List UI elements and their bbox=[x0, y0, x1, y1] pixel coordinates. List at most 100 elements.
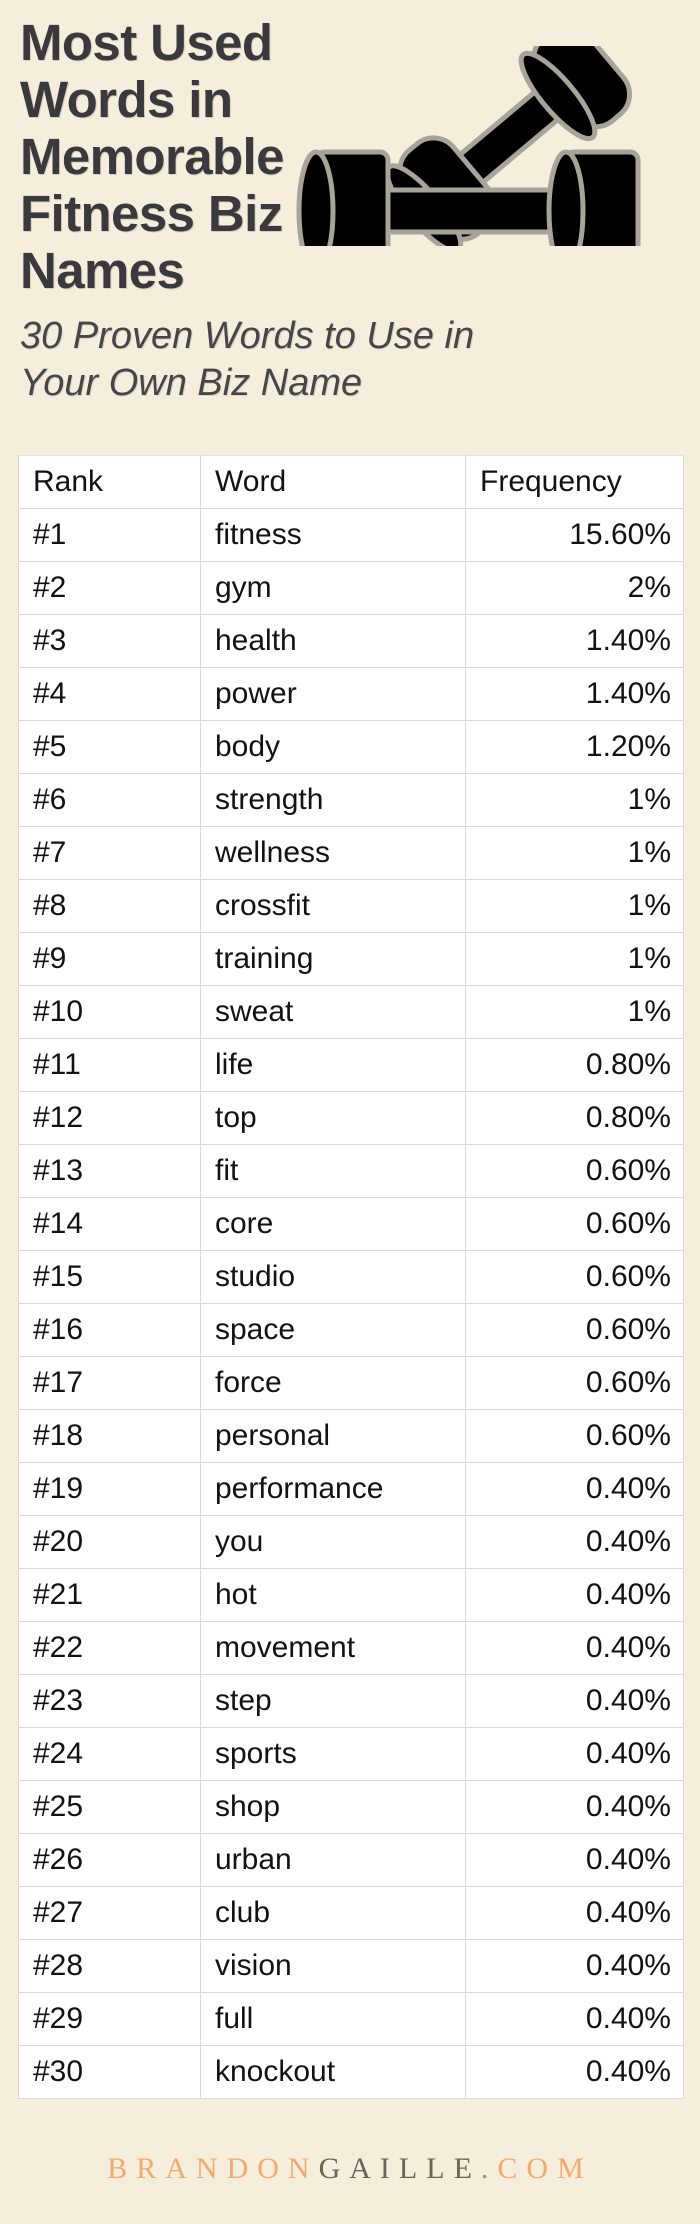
table-row: #2 gym 2% bbox=[18, 561, 684, 615]
cell-word: body bbox=[200, 720, 466, 774]
cell-word: vision bbox=[200, 1939, 466, 1993]
table-row: #23 step 0.40% bbox=[18, 1674, 684, 1728]
cell-rank: #28 bbox=[18, 1939, 201, 1993]
cell-rank: #20 bbox=[18, 1515, 201, 1569]
cell-word: you bbox=[200, 1515, 466, 1569]
table-row: #19 performance 0.40% bbox=[18, 1462, 684, 1516]
cell-word: strength bbox=[200, 773, 466, 827]
cell-rank: #22 bbox=[18, 1621, 201, 1675]
table-row: #29 full 0.40% bbox=[18, 1992, 684, 2046]
cell-frequency: 0.40% bbox=[465, 1780, 684, 1834]
cell-rank: #24 bbox=[18, 1727, 201, 1781]
cell-word: sports bbox=[200, 1727, 466, 1781]
cell-frequency: 1.40% bbox=[465, 614, 684, 668]
cell-frequency: 1.20% bbox=[465, 720, 684, 774]
table-row: #17 force 0.60% bbox=[18, 1356, 684, 1410]
table-row: #30 knockout 0.40% bbox=[18, 2045, 684, 2099]
cell-word: health bbox=[200, 614, 466, 668]
table-row: #27 club 0.40% bbox=[18, 1886, 684, 1940]
column-header-frequency: Frequency bbox=[465, 455, 684, 509]
brand-part-brandon: BRANDON bbox=[107, 2152, 319, 2185]
cell-rank: #14 bbox=[18, 1197, 201, 1251]
cell-rank: #5 bbox=[18, 720, 201, 774]
page-title: Most Used Words in Memorable Fitness Biz… bbox=[20, 14, 284, 299]
cell-frequency: 0.40% bbox=[465, 1674, 684, 1728]
table-row: #14 core 0.60% bbox=[18, 1197, 684, 1251]
table-row: #13 fit 0.60% bbox=[18, 1144, 684, 1198]
cell-rank: #27 bbox=[18, 1886, 201, 1940]
cell-word: space bbox=[200, 1303, 466, 1357]
cell-rank: #25 bbox=[18, 1780, 201, 1834]
table-row: #6 strength 1% bbox=[18, 773, 684, 827]
cell-rank: #12 bbox=[18, 1091, 201, 1145]
cell-rank: #6 bbox=[18, 773, 201, 827]
cell-rank: #7 bbox=[18, 826, 201, 880]
page-subtitle: 30 Proven Words to Use in Your Own Biz N… bbox=[20, 315, 475, 404]
table-body: #1 fitness 15.60% #2 gym 2% #3 health 1.40% #4 pow… bbox=[18, 508, 684, 2099]
table-row: #12 top 0.80% bbox=[18, 1091, 684, 1145]
cell-word: full bbox=[200, 1992, 466, 2046]
cell-word: personal bbox=[200, 1409, 466, 1463]
cell-frequency: 0.60% bbox=[465, 1197, 684, 1251]
cell-rank: #21 bbox=[18, 1568, 201, 1622]
cell-word: performance bbox=[200, 1462, 466, 1516]
cell-rank: #17 bbox=[18, 1356, 201, 1410]
cell-frequency: 2% bbox=[465, 561, 684, 615]
table-row: #4 power 1.40% bbox=[18, 667, 684, 721]
cell-word: step bbox=[200, 1674, 466, 1728]
cell-frequency: 1% bbox=[465, 773, 684, 827]
cell-word: training bbox=[200, 932, 466, 986]
cell-rank: #13 bbox=[18, 1144, 201, 1198]
infographic-page: Most Used Words in Memorable Fitness Biz… bbox=[0, 0, 700, 2224]
cell-frequency: 0.60% bbox=[465, 1303, 684, 1357]
cell-rank: #16 bbox=[18, 1303, 201, 1357]
cell-word: sweat bbox=[200, 985, 466, 1039]
table-row: #24 sports 0.40% bbox=[18, 1727, 684, 1781]
cell-frequency: 1% bbox=[465, 879, 684, 933]
table-row: #11 life 0.80% bbox=[18, 1038, 684, 1092]
cell-frequency: 0.40% bbox=[465, 1727, 684, 1781]
header-section: Most Used Words in Memorable Fitness Biz… bbox=[0, 0, 700, 440]
cell-frequency: 0.40% bbox=[465, 1886, 684, 1940]
table-header: Rank Word Frequency bbox=[18, 455, 684, 509]
column-header-rank: Rank bbox=[18, 455, 201, 509]
brand-part-gaille: GAILLE bbox=[318, 2152, 481, 2185]
cell-frequency: 1% bbox=[465, 985, 684, 1039]
table-row: #10 sweat 1% bbox=[18, 985, 684, 1039]
cell-rank: #29 bbox=[18, 1992, 201, 2046]
cell-rank: #23 bbox=[18, 1674, 201, 1728]
cell-frequency: 0.80% bbox=[465, 1038, 684, 1092]
cell-frequency: 0.40% bbox=[465, 1833, 684, 1887]
cell-rank: #3 bbox=[18, 614, 201, 668]
cell-frequency: 0.80% bbox=[465, 1091, 684, 1145]
cell-rank: #15 bbox=[18, 1250, 201, 1304]
cell-word: fitness bbox=[200, 508, 466, 562]
cell-rank: #1 bbox=[18, 508, 201, 562]
table-row: #8 crossfit 1% bbox=[18, 879, 684, 933]
cell-frequency: 0.40% bbox=[465, 1515, 684, 1569]
cell-rank: #10 bbox=[18, 985, 201, 1039]
table-row: #16 space 0.60% bbox=[18, 1303, 684, 1357]
cell-frequency: 0.40% bbox=[465, 2045, 684, 2099]
table-row: #22 movement 0.40% bbox=[18, 1621, 684, 1675]
cell-word: gym bbox=[200, 561, 466, 615]
site-branding: BRANDONGAILLE.COM bbox=[0, 2152, 700, 2186]
cell-frequency: 0.40% bbox=[465, 1939, 684, 1993]
table-row: #25 shop 0.40% bbox=[18, 1780, 684, 1834]
table-row: #3 health 1.40% bbox=[18, 614, 684, 668]
cell-word: hot bbox=[200, 1568, 466, 1622]
table-row: #28 vision 0.40% bbox=[18, 1939, 684, 1993]
cell-rank: #4 bbox=[18, 667, 201, 721]
cell-word: fit bbox=[200, 1144, 466, 1198]
column-header-word: Word bbox=[200, 455, 466, 509]
cell-word: urban bbox=[200, 1833, 466, 1887]
cell-rank: #19 bbox=[18, 1462, 201, 1516]
cell-word: movement bbox=[200, 1621, 466, 1675]
table-header-row: Rank Word Frequency bbox=[18, 455, 684, 509]
cell-frequency: 0.40% bbox=[465, 1462, 684, 1516]
cell-word: studio bbox=[200, 1250, 466, 1304]
table-row: #7 wellness 1% bbox=[18, 826, 684, 880]
cell-rank: #18 bbox=[18, 1409, 201, 1463]
cell-frequency: 0.60% bbox=[465, 1250, 684, 1304]
table-row: #20 you 0.40% bbox=[18, 1515, 684, 1569]
